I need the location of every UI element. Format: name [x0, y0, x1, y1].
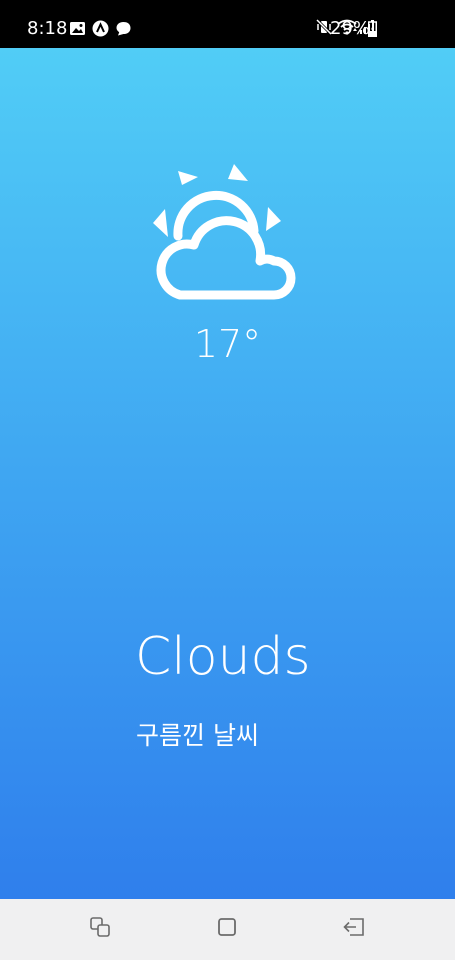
battery-percentage: 29% — [330, 18, 371, 39]
navigation-bar — [0, 899, 455, 960]
back-button[interactable] — [341, 916, 367, 942]
screen: 8:18 29% 17° Clouds 구름낀 날씨 — [0, 0, 455, 960]
weather-panel: 17° Clouds 구름낀 날씨 — [0, 48, 455, 899]
partly-cloudy-icon — [148, 161, 300, 306]
recent-apps-button[interactable] — [87, 916, 113, 942]
app-notification-icon — [92, 20, 109, 37]
home-button[interactable] — [214, 916, 240, 942]
status-bar: 8:18 29% — [0, 0, 455, 48]
condition-description: 구름낀 날씨 — [136, 721, 259, 750]
status-left-icons — [69, 20, 132, 37]
back-icon — [342, 916, 366, 942]
temperature: 17° — [193, 322, 262, 366]
battery-icon — [368, 20, 377, 37]
gallery-icon — [69, 20, 86, 37]
chat-bubble-icon — [115, 20, 132, 37]
home-icon — [216, 916, 238, 942]
condition-title: Clouds — [135, 627, 311, 687]
recent-apps-icon — [89, 916, 111, 942]
status-time: 8:18 — [27, 18, 68, 39]
